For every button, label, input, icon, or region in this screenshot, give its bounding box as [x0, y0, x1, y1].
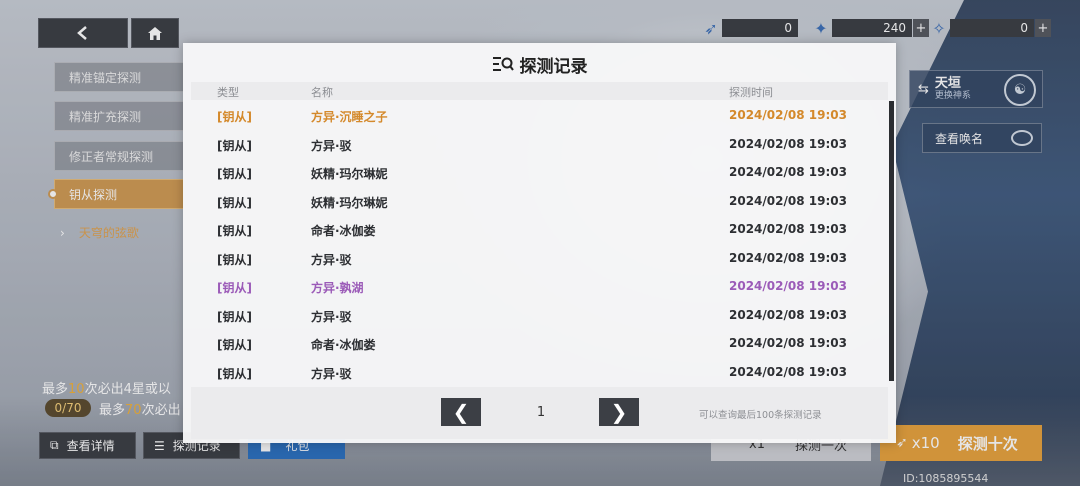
- table-row: [钥从] 方异·驳 2024/02/08 19:03: [191, 358, 888, 387]
- record-type: [钥从]: [217, 110, 252, 124]
- scrollbar[interactable]: [889, 101, 894, 381]
- record-time: 2024/02/08 19:03: [729, 307, 847, 322]
- record-time: 2024/02/08 19:03: [729, 279, 847, 293]
- record-time: 2024/02/08 19:03: [729, 364, 847, 379]
- record-name: 方异·驳: [311, 309, 352, 324]
- table-header: 类型 名称 探测时间: [191, 82, 888, 100]
- record-type: [钥从]: [217, 167, 252, 181]
- prev-page-button[interactable]: ❮: [441, 398, 481, 426]
- draw-record-modal: 探测记录 类型 名称 探测时间 [钥从] 方异·沉睡之子 2024/02/08 19…: [183, 43, 896, 443]
- table-row: [钥从] 命者·冰伽娄 2024/02/08 19:03: [191, 329, 888, 358]
- record-time: 2024/02/08 19:03: [729, 336, 847, 350]
- table-row: [钥从] 命者·冰伽娄 2024/02/08 19:03: [191, 215, 888, 244]
- record-name: 方异·驳: [311, 366, 352, 381]
- header-time: 探测时间: [729, 86, 773, 99]
- table-row: [钥从] 方异·驳 2024/02/08 19:03: [191, 244, 888, 273]
- table-row: [钥从] 方异·孰湖 2024/02/08 19:03: [191, 272, 888, 301]
- record-time: 2024/02/08 19:03: [729, 222, 847, 236]
- record-name: 妖精·玛尔琳妮: [311, 167, 388, 181]
- record-name: 方异·驳: [311, 252, 352, 267]
- record-name: 方异·沉睡之子: [311, 110, 388, 124]
- table-row: [钥从] 方异·驳 2024/02/08 19:03: [191, 301, 888, 330]
- next-page-button[interactable]: ❯: [599, 398, 639, 426]
- table-row: [钥从] 妖精·玛尔琳妮 2024/02/08 19:03: [191, 187, 888, 216]
- record-list: [钥从] 方异·沉睡之子 2024/02/08 19:03 [钥从] 方异·驳 2024/…: [191, 101, 888, 386]
- modal-title: 探测记录: [183, 51, 896, 77]
- pagination: ❮ 1 ❯ 可以查询最后100条探测记录: [191, 387, 888, 439]
- record-search-icon: [492, 57, 514, 71]
- record-time: 2024/02/08 19:03: [729, 136, 847, 151]
- record-name: 命者·冰伽娄: [311, 224, 376, 238]
- header-name: 名称: [311, 86, 333, 99]
- scrollbar-thumb[interactable]: [889, 101, 894, 381]
- record-type: [钥从]: [217, 195, 252, 210]
- table-row: [钥从] 妖精·玛尔琳妮 2024/02/08 19:03: [191, 158, 888, 187]
- header-type: 类型: [217, 86, 239, 99]
- record-type: [钥从]: [217, 366, 252, 381]
- record-type: [钥从]: [217, 281, 252, 295]
- record-time: 2024/02/08 19:03: [729, 165, 847, 179]
- record-name: 方异·孰湖: [311, 281, 364, 295]
- record-name: 妖精·玛尔琳妮: [311, 195, 388, 210]
- record-time: 2024/02/08 19:03: [729, 193, 847, 208]
- page-number: 1: [536, 405, 546, 420]
- table-row: [钥从] 方异·沉睡之子 2024/02/08 19:03: [191, 101, 888, 130]
- record-type: [钥从]: [217, 338, 252, 352]
- record-type: [钥从]: [217, 252, 252, 267]
- query-limit-note: 可以查询最后100条探测记录: [699, 410, 822, 421]
- record-type: [钥从]: [217, 224, 252, 238]
- record-name: 命者·冰伽娄: [311, 338, 376, 352]
- record-type: [钥从]: [217, 309, 252, 324]
- table-row: [钥从] 方异·驳 2024/02/08 19:03: [191, 130, 888, 159]
- record-time: 2024/02/08 19:03: [729, 250, 847, 265]
- record-name: 方异·驳: [311, 138, 352, 153]
- record-type: [钥从]: [217, 138, 252, 153]
- record-time: 2024/02/08 19:03: [729, 108, 847, 122]
